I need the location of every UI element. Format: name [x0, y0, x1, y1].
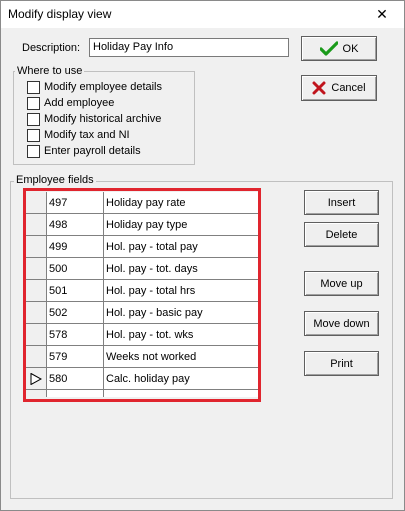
field-code-cell[interactable] — [47, 390, 104, 397]
ok-label: OK — [342, 42, 359, 55]
table-row[interactable]: 578 Hol. pay - tot. wks — [26, 324, 258, 346]
title-bar: Modify display view ✕ — [1, 1, 404, 28]
checkbox-modify-historical-archive[interactable] — [27, 113, 40, 126]
table-row-current[interactable]: 580 Calc. holiday pay — [26, 368, 258, 390]
insert-label: Insert — [327, 196, 356, 209]
cancel-x-icon — [312, 81, 326, 95]
field-name-cell[interactable] — [104, 390, 258, 397]
move-down-button[interactable]: Move down — [304, 311, 379, 336]
field-code-cell[interactable]: 580 — [47, 368, 104, 390]
field-code-cell[interactable]: 497 — [47, 192, 104, 214]
employee-fields-grid[interactable]: 497 Holiday pay rate 498 Holiday pay typ… — [26, 192, 258, 397]
close-button[interactable]: ✕ — [360, 1, 404, 28]
checkbox-add-employee[interactable] — [27, 97, 40, 110]
checkbox-label-add-employee: Add employee — [44, 97, 115, 109]
table-row[interactable]: 498 Holiday pay type — [26, 214, 258, 236]
field-name-cell[interactable]: Hol. pay - total pay — [104, 236, 258, 258]
field-code-cell[interactable]: 578 — [47, 324, 104, 346]
window-title: Modify display view — [8, 7, 112, 21]
field-name-cell[interactable]: Hol. pay - total hrs — [104, 280, 258, 302]
delete-label: Delete — [325, 228, 358, 241]
description-label: Description: — [22, 42, 81, 54]
field-code-cell[interactable]: 499 — [47, 236, 104, 258]
description-input[interactable]: Holiday Pay Info — [89, 38, 289, 57]
row-header[interactable] — [26, 280, 47, 302]
field-code-cell[interactable]: 579 — [47, 346, 104, 368]
move-down-label: Move down — [313, 317, 370, 330]
print-button[interactable]: Print — [304, 351, 379, 376]
table-row[interactable]: 501 Hol. pay - total hrs — [26, 280, 258, 302]
row-header[interactable] — [26, 302, 47, 324]
cancel-label: Cancel — [331, 82, 366, 94]
insert-button[interactable]: Insert — [304, 190, 379, 215]
checkbox-label-modify-tax-and-ni: Modify tax and NI — [44, 129, 130, 141]
field-code-cell[interactable]: 498 — [47, 214, 104, 236]
checkbox-label-enter-payroll-details: Enter payroll details — [44, 145, 141, 157]
field-code-cell[interactable]: 502 — [47, 302, 104, 324]
table-row[interactable]: 497 Holiday pay rate — [26, 192, 258, 214]
field-name-cell[interactable]: Hol. pay - tot. days — [104, 258, 258, 280]
move-up-button[interactable]: Move up — [304, 271, 379, 296]
checkbox-label-modify-historical-archive: Modify historical archive — [44, 113, 162, 125]
row-header[interactable] — [26, 324, 47, 346]
field-code-cell[interactable]: 501 — [47, 280, 104, 302]
row-header-current[interactable] — [26, 368, 47, 390]
check-icon — [319, 40, 338, 56]
row-header[interactable] — [26, 390, 47, 397]
field-name-cell[interactable]: Calc. holiday pay — [104, 368, 258, 390]
move-up-label: Move up — [320, 277, 363, 290]
row-header[interactable] — [26, 346, 47, 368]
field-name-cell[interactable]: Hol. pay - basic pay — [104, 302, 258, 324]
cancel-button[interactable]: Cancel — [301, 75, 377, 101]
modify-display-view-dialog: Modify display view ✕ Description: Holid… — [0, 0, 405, 511]
row-header[interactable] — [26, 214, 47, 236]
table-row[interactable]: 502 Hol. pay - basic pay — [26, 302, 258, 324]
table-row[interactable]: 499 Hol. pay - total pay — [26, 236, 258, 258]
description-value: Holiday Pay Info — [93, 41, 174, 53]
current-row-indicator-icon — [30, 373, 42, 385]
field-name-cell[interactable]: Holiday pay rate — [104, 192, 258, 214]
checkbox-modify-tax-and-ni[interactable] — [27, 129, 40, 142]
table-row-empty[interactable] — [26, 390, 258, 397]
checkbox-enter-payroll-details[interactable] — [27, 145, 40, 158]
field-name-cell[interactable]: Hol. pay - tot. wks — [104, 324, 258, 346]
field-name-cell[interactable]: Weeks not worked — [104, 346, 258, 368]
ok-button[interactable]: OK — [301, 36, 377, 61]
where-to-use-legend: Where to use — [15, 65, 85, 77]
row-header[interactable] — [26, 258, 47, 280]
field-name-cell[interactable]: Holiday pay type — [104, 214, 258, 236]
field-code-cell[interactable]: 500 — [47, 258, 104, 280]
checkbox-modify-employee-details[interactable] — [27, 81, 40, 94]
employee-fields-legend: Employee fields — [14, 174, 96, 186]
table-row[interactable]: 500 Hol. pay - tot. days — [26, 258, 258, 280]
row-header[interactable] — [26, 192, 47, 214]
print-label: Print — [330, 357, 353, 370]
row-header[interactable] — [26, 236, 47, 258]
close-icon: ✕ — [376, 6, 388, 22]
table-row[interactable]: 579 Weeks not worked — [26, 346, 258, 368]
delete-button[interactable]: Delete — [304, 222, 379, 247]
checkbox-label-modify-employee-details: Modify employee details — [44, 81, 163, 93]
